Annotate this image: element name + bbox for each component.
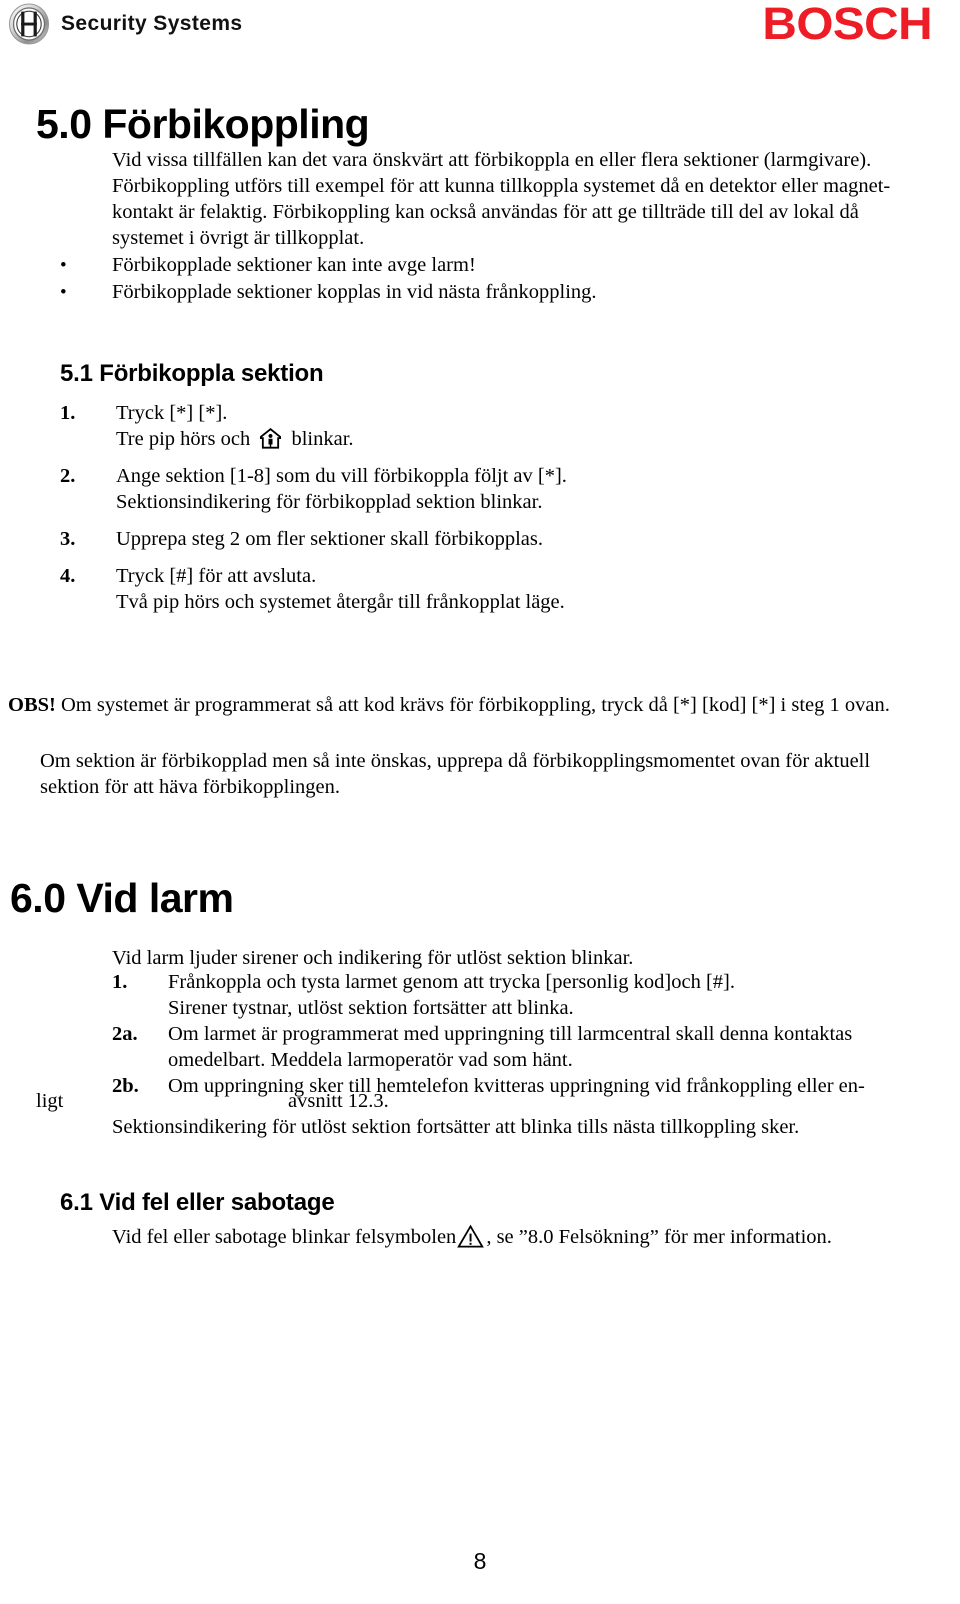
centered-text-fragment: avsnitt 12.3.: [288, 1090, 389, 1112]
section-title-6-0: 6.0 Vid larm: [10, 875, 234, 921]
step-item: 2. Ange sektion [1-8] som du vill förbik…: [60, 463, 940, 515]
step-list-5-1: 1. Tryck [*] [*]. Tre pip hörs och blink…: [60, 400, 940, 615]
intro-line: Vid vissa tillfällen kan det vara önskvä…: [112, 149, 872, 171]
page-number: 8: [473, 1548, 487, 1574]
step-line: Frånkoppla och tysta larmet genom att tr…: [168, 971, 736, 993]
bullet-icon: •: [60, 255, 67, 276]
section-6-0-intro: Vid larm ljuder sirener och indikering f…: [112, 947, 634, 969]
list-item: • Förbikopplade sektioner kan inte avge …: [60, 252, 920, 279]
closing-line: Om sektion är förbikopplad men så inte ö…: [40, 750, 871, 772]
step-item: 1. Tryck [*] [*]. Tre pip hörs och blink…: [60, 400, 940, 452]
step-item: 4. Tryck [#] för att avsluta. Två pip hö…: [60, 563, 940, 615]
step-line: Om uppringning sker till hemtelefon kvit…: [168, 1075, 865, 1097]
closing-line: sektion för att häva förbikopplingen.: [40, 776, 341, 798]
note-label: OBS!: [8, 694, 56, 716]
section-title-5-1: 5.1 Förbikoppla sektion: [60, 360, 324, 387]
step-line: Sirener tystnar, utlöst sektion fortsätt…: [168, 997, 574, 1019]
section-6-1-line-suffix: , se ”8.0 Felsökning” för mer informatio…: [486, 1226, 832, 1248]
step-body: Om uppringning sker till hemtelefon kvit…: [168, 1073, 952, 1099]
step-line: Om larmet är programmerat med uppringnin…: [168, 1023, 853, 1045]
step-body: Ange sektion [1-8] som du vill förbikopp…: [116, 463, 940, 515]
stray-text-fragment: ligt: [36, 1090, 64, 1112]
note-paragraph: OBS! Om systemet är programmerat så att …: [8, 692, 890, 718]
list-item: • Förbikopplade sektioner kopplas in vid…: [60, 279, 920, 306]
section-5-0-intro: Vid vissa tillfällen kan det vara önskvä…: [112, 147, 952, 251]
brand-text: Security Systems: [61, 12, 243, 35]
step-line-suffix: blinkar.: [286, 428, 354, 450]
section-5-1-closing: Om sektion är förbikopplad men så inte ö…: [40, 748, 940, 800]
step-body: Om larmet är programmerat med uppringnin…: [168, 1021, 952, 1073]
section-title-6-1: 6.1 Vid fel eller sabotage: [60, 1189, 335, 1216]
section-title-5-0: 5.0 Förbikoppling: [36, 101, 370, 147]
bullet-label: Förbikopplade sektioner kan inte avge la…: [112, 254, 476, 276]
step-line: Ange sektion [1-8] som du vill förbikopp…: [116, 465, 567, 487]
step-line-with-icon: Tre pip hörs och blinkar.: [116, 426, 940, 452]
intro-line: kontakt är felaktig. Förbikoppling kan o…: [112, 201, 859, 223]
step-list-6-0: 1. Frånkoppla och tysta larmet genom att…: [112, 969, 952, 1099]
bullet-icon: •: [60, 282, 67, 303]
step-line: omedelbart. Meddela larmoperatör vad som…: [168, 1049, 573, 1071]
step-line-prefix: Tre pip hörs och: [116, 428, 256, 450]
bullet-list-5-0: • Förbikopplade sektioner kan inte avge …: [60, 252, 920, 306]
step-body: Tryck [#] för att avsluta. Två pip hörs …: [116, 563, 940, 615]
step-body: Upprepa steg 2 om fler sektioner skall f…: [116, 526, 940, 552]
bosch-wordmark: BOSCH: [762, 0, 932, 49]
home-person-icon: [259, 427, 282, 450]
bosch-oval-logo-icon: [8, 3, 50, 45]
step-body: Tryck [*] [*]. Tre pip hörs och blinkar.: [116, 400, 940, 452]
section-6-0-trailing-line: Sektionsindikering för utlöst sektion fo…: [112, 1116, 800, 1138]
step-number: 1.: [60, 402, 76, 424]
step-number: 1.: [112, 971, 128, 993]
step-number: 2.: [60, 465, 76, 487]
step-item: 2a. Om larmet är programmerat med upprin…: [112, 1021, 952, 1073]
step-line: Tryck [#] för att avsluta.: [116, 565, 317, 587]
intro-line: Förbikoppling utförs till exempel för at…: [112, 175, 891, 197]
step-line: Sektionsindikering för förbikopplad sekt…: [116, 491, 543, 513]
step-number: 2a.: [112, 1023, 138, 1045]
step-number: 4.: [60, 565, 76, 587]
step-number: 2b.: [112, 1075, 139, 1097]
intro-line: systemet i övrigt är tillkopplat.: [112, 227, 365, 249]
section-6-1-line: Vid fel eller sabotage blinkar felsymbol…: [112, 1224, 832, 1250]
note-text: Om systemet är programmerat så att kod k…: [55, 694, 890, 716]
step-item: 2b. Om uppringning sker till hemtelefon …: [112, 1073, 952, 1099]
step-body: Frånkoppla och tysta larmet genom att tr…: [168, 969, 952, 1021]
step-number: 3.: [60, 528, 76, 550]
step-line: Upprepa steg 2 om fler sektioner skall f…: [116, 528, 543, 550]
warning-triangle-icon: [457, 1224, 485, 1249]
brand-block: Security Systems: [8, 3, 243, 45]
step-line: Två pip hörs och systemet återgår till f…: [116, 591, 565, 613]
bullet-label: Förbikopplade sektioner kopplas in vid n…: [112, 281, 597, 303]
page-header: Security Systems BOSCH: [0, 0, 960, 62]
step-item: 3. Upprepa steg 2 om fler sektioner skal…: [60, 526, 940, 552]
step-item: 1. Frånkoppla och tysta larmet genom att…: [112, 969, 952, 1021]
step-line: Tryck [*] [*].: [116, 402, 228, 424]
section-6-1-line-prefix: Vid fel eller sabotage blinkar felsymbol…: [112, 1226, 457, 1248]
